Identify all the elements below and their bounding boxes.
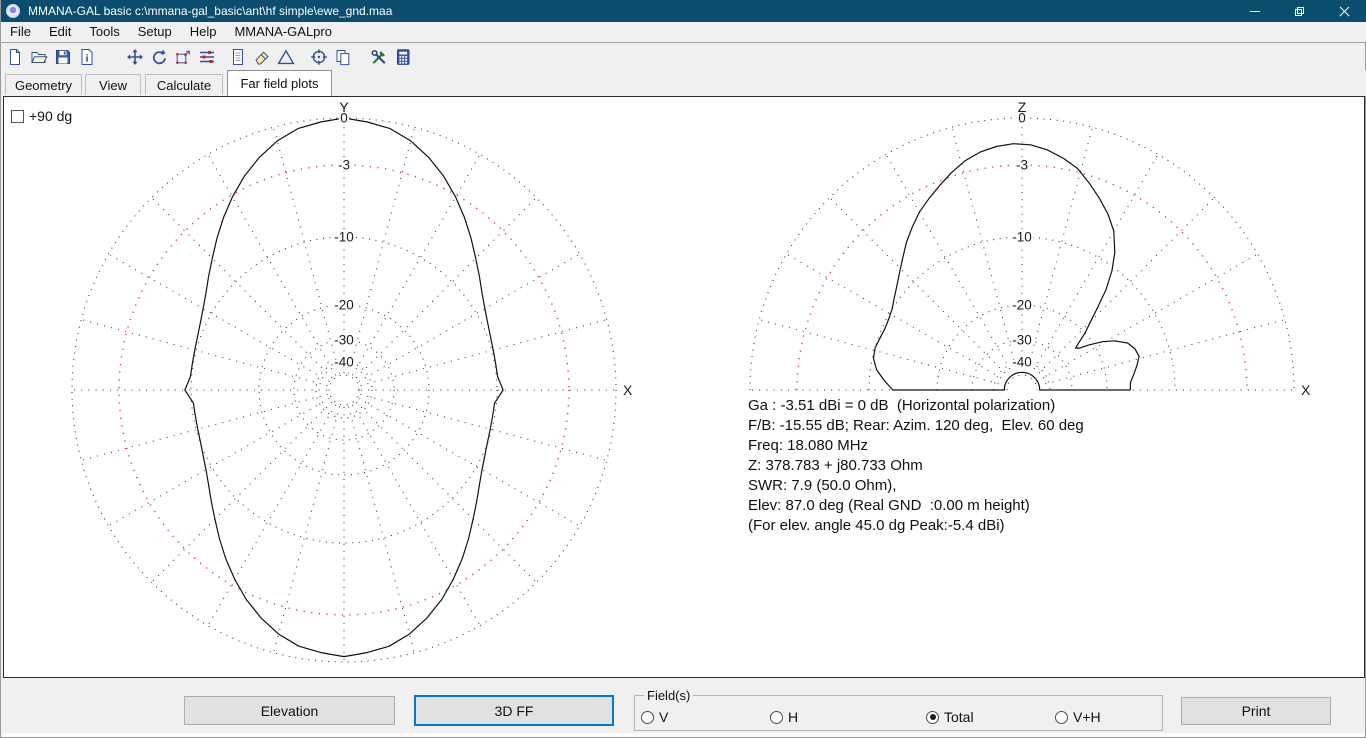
far-field-plot-panel: 0-3-10-20-30-40YX0-3-10-20-30-40ZX +90 d… [3,96,1365,678]
menu-bar: FileEditToolsSetupHelpMMANA-GALpro [1,22,1366,42]
minimize-icon [1250,11,1260,12]
close-icon [1339,6,1350,17]
menu-item-mmana-galpro[interactable]: MMANA-GALpro [225,22,341,42]
move-icon[interactable] [124,46,146,68]
radio-circle [770,711,783,724]
copy-icon[interactable] [332,46,354,68]
tab-view[interactable]: View [85,74,141,95]
optimize-icon[interactable] [368,46,390,68]
rotate-icon[interactable] [148,46,170,68]
wire-edit-icon[interactable] [196,46,218,68]
scale-icon[interactable] [172,46,194,68]
app-window: MMANA-GAL basic c:\mmana-gal_basic\ant\h… [0,0,1366,738]
ring-label: -40 [1012,354,1032,369]
axis-label-right: X [623,382,633,398]
axis-label-right: X [1301,382,1311,398]
axis-label-top: Y [339,99,349,115]
stats-line: Elev: 87.0 deg (Real GND :0.00 m height) [748,496,1084,516]
polar-plots-canvas: 0-3-10-20-30-40YX0-3-10-20-30-40ZX [4,97,1364,677]
toolbar: i [3,44,1365,70]
fields-groupbox: Field(s) VHTotalV+H [634,695,1163,731]
plus90-checkbox[interactable]: +90 dg [11,108,72,124]
close-button[interactable] [1322,0,1366,22]
stats-line: Ga : -3.51 dBi = 0 dB (Horizontal polari… [748,396,1084,416]
3d-ff-button[interactable]: 3D FF [414,695,614,726]
menu-separator [1,42,1366,43]
toolbar-separator [219,57,226,58]
stats-line: Z: 378.783 + j80.733 Ohm [748,456,1084,476]
tab-far-field-plots[interactable]: Far field plots [227,70,332,96]
radio-circle [926,711,939,724]
triangle-icon[interactable] [275,46,297,68]
radio-circle [1055,711,1068,724]
toolbar-separator [298,57,307,58]
bottom-bar: Elevation 3D FF Field(s) V H Total V+H Prin… [3,678,1365,733]
radio-field-v[interactable]: V [641,709,668,725]
restore-button[interactable] [1277,0,1322,22]
save-file-icon[interactable] [52,46,74,68]
checkbox-box [11,110,24,123]
radio-circle [641,711,654,724]
svg-text:i: i [85,53,88,65]
ring-label: -40 [334,354,354,369]
result-stats: Ga : -3.51 dBi = 0 dB (Horizontal polari… [748,396,1084,536]
window-title: MMANA-GAL basic c:\mmana-gal_basic\ant\h… [28,4,1232,18]
window-bottom-edge [3,733,1365,737]
calculate-icon[interactable] [392,46,414,68]
radio-label: Total [944,709,974,725]
eraser-icon[interactable] [251,46,273,68]
ring-label: -30 [1012,332,1032,347]
minimize-button[interactable] [1232,0,1277,22]
print-button[interactable]: Print [1181,697,1331,725]
title-bar: MMANA-GAL basic c:\mmana-gal_basic\ant\h… [1,0,1366,22]
radio-field-h[interactable]: H [770,709,798,725]
ring-label: -20 [334,298,354,313]
radio-label: H [788,709,798,725]
ring-label: -3 [338,158,350,173]
ring-label: -30 [334,332,354,347]
ring-label: -20 [1012,298,1032,313]
tab-calculate[interactable]: Calculate [145,74,223,95]
radio-field-v-h[interactable]: V+H [1055,709,1101,725]
stats-line: Freq: 18.080 MHz [748,436,1084,456]
radio-label: V [659,709,668,725]
checkbox-label: +90 dg [29,108,72,124]
menu-item-tools[interactable]: Tools [80,22,128,42]
radio-field-total[interactable]: Total [926,709,974,725]
radio-label: V+H [1073,709,1101,725]
fields-group-label: Field(s) [644,688,693,703]
tab-strip: GeometryViewCalculateFar field plots [1,70,1366,96]
menu-item-setup[interactable]: Setup [129,22,181,42]
axis-label-top: Z [1018,99,1027,115]
restore-icon [1295,7,1304,16]
stats-line: SWR: 7.9 (50.0 Ohm), [748,476,1084,496]
menu-item-help[interactable]: Help [181,22,226,42]
stats-line: F/B: -15.55 dB; Rear: Azim. 120 deg, Ele… [748,416,1084,436]
menu-item-edit[interactable]: Edit [40,22,80,42]
ring-label: -10 [334,230,354,245]
toolbar-separator [99,57,123,58]
app-icon [6,4,20,18]
description-icon[interactable] [227,46,249,68]
open-file-icon[interactable] [28,46,50,68]
toolbar-separator [355,57,367,58]
menu-item-file[interactable]: File [1,22,40,42]
ring-label: -10 [1012,230,1032,245]
center-icon[interactable] [308,46,330,68]
elevation-button[interactable]: Elevation [184,696,395,725]
file-info-icon[interactable]: i [76,46,98,68]
ring-label: -3 [1016,158,1028,173]
tab-geometry[interactable]: Geometry [5,74,82,95]
new-file-icon[interactable] [4,46,26,68]
stats-line: (For elev. angle 45.0 dg Peak:-5.4 dBi) [748,516,1084,536]
